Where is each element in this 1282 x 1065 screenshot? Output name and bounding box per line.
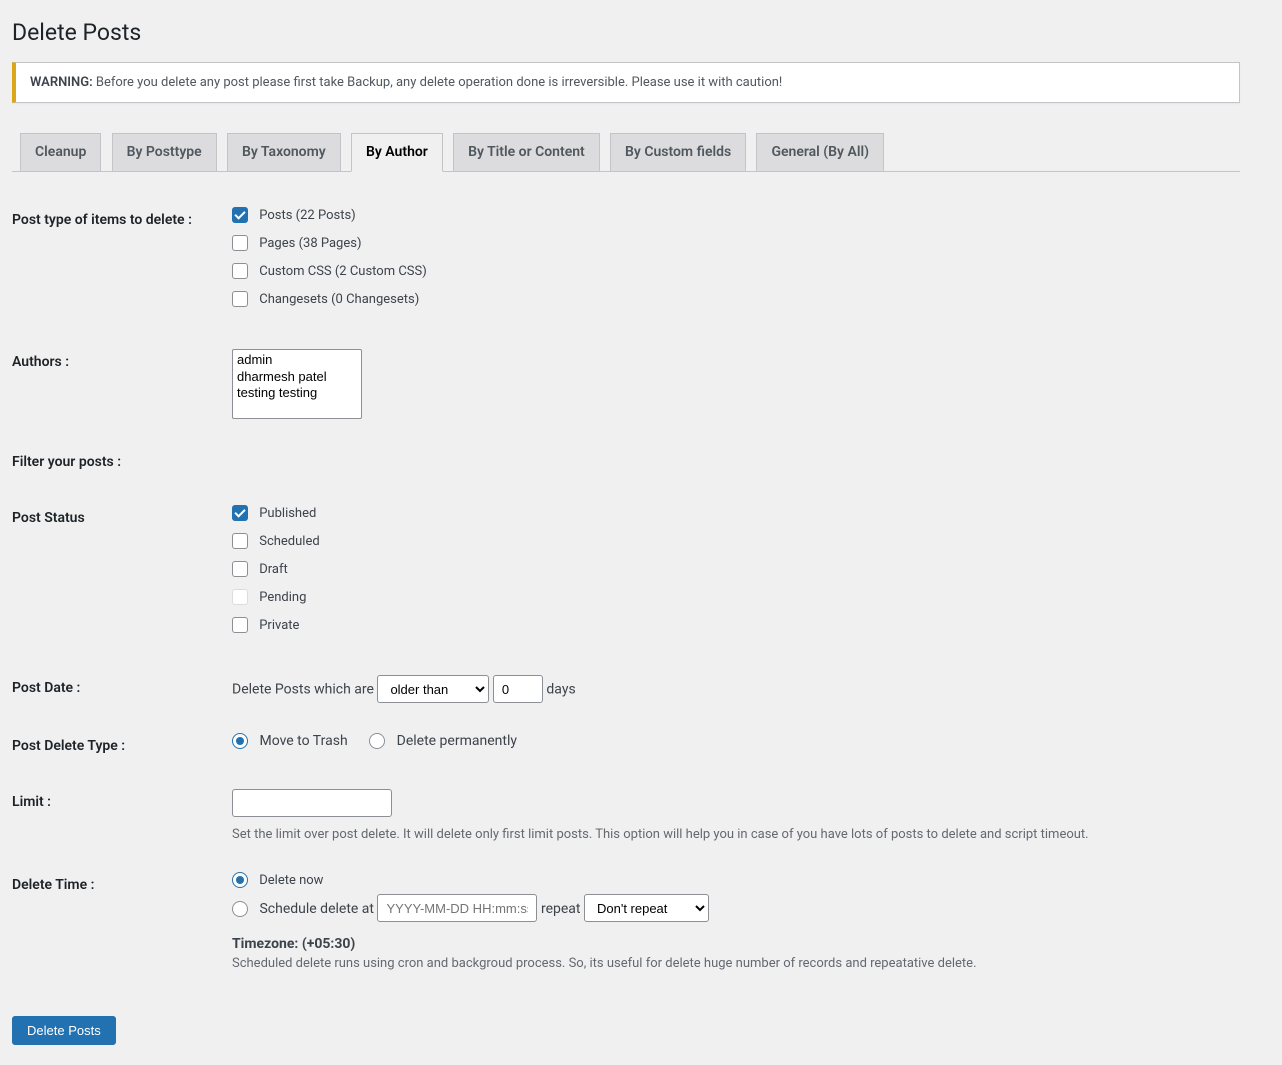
delete-now-row[interactable]: Delete now: [232, 872, 1230, 888]
posttype-changesets-label: Changesets (0 Changesets): [259, 292, 419, 307]
date-intro: Delete Posts which are: [232, 682, 374, 698]
posttype-row[interactable]: Custom CSS (2 Custom CSS): [232, 263, 1230, 279]
delete-type-trash-radio[interactable]: [232, 733, 248, 749]
posttype-changesets-checkbox[interactable]: [232, 291, 248, 307]
warning-notice: WARNING: Before you delete any post plea…: [12, 62, 1240, 103]
page-title: Delete Posts: [12, 10, 1240, 50]
schedule-label: Schedule delete at: [259, 901, 374, 917]
label-authors: Authors :: [12, 334, 222, 434]
delete-type-trash-row[interactable]: Move to Trash: [232, 733, 351, 749]
delete-type-perm-radio[interactable]: [369, 733, 385, 749]
posttype-customcss-checkbox[interactable]: [232, 263, 248, 279]
limit-desc: Set the limit over post delete. It will …: [232, 827, 1230, 842]
posttype-posts-checkbox[interactable]: [232, 207, 248, 223]
repeat-select[interactable]: Don't repeat: [584, 894, 709, 922]
authors-select[interactable]: admin dharmesh patel testing testing: [232, 349, 362, 419]
status-private-label: Private: [259, 618, 299, 633]
date-days-input[interactable]: [493, 675, 543, 703]
author-option[interactable]: testing testing: [235, 385, 359, 402]
schedule-datetime-input[interactable]: [377, 894, 537, 922]
delete-posts-button[interactable]: Delete Posts: [12, 1016, 116, 1045]
delete-type-perm-row[interactable]: Delete permanently: [369, 733, 517, 749]
label-delete-time: Delete Time :: [12, 857, 222, 986]
label-delete-type: Post Delete Type :: [12, 718, 222, 774]
delete-type-perm-label: Delete permanently: [397, 733, 517, 749]
label-post-type: Post type of items to delete :: [12, 192, 222, 334]
limit-input[interactable]: [232, 789, 392, 817]
tab-by-taxonomy[interactable]: By Taxonomy: [227, 133, 341, 172]
author-option[interactable]: dharmesh patel: [235, 369, 359, 386]
tab-cleanup[interactable]: Cleanup: [20, 133, 101, 172]
timezone-label: Timezone:: [232, 936, 298, 952]
author-option[interactable]: admin: [235, 352, 359, 369]
date-unit: days: [546, 682, 575, 698]
repeat-label: repeat: [541, 901, 581, 917]
warning-text: Before you delete any post please first …: [93, 75, 783, 90]
status-row[interactable]: Scheduled: [232, 533, 1230, 549]
tab-by-posttype[interactable]: By Posttype: [112, 133, 217, 172]
status-scheduled-checkbox[interactable]: [232, 533, 248, 549]
delete-now-label: Delete now: [259, 873, 323, 888]
status-pending-label: Pending: [259, 590, 306, 605]
label-filter: Filter your posts :: [12, 434, 222, 490]
status-draft-label: Draft: [259, 562, 288, 577]
tab-by-custom-fields[interactable]: By Custom fields: [610, 133, 746, 172]
posttype-pages-checkbox[interactable]: [232, 235, 248, 251]
posttype-row[interactable]: Changesets (0 Changesets): [232, 291, 1230, 307]
timezone-value: (+05:30): [298, 936, 355, 952]
tab-by-author[interactable]: By Author: [351, 133, 443, 172]
posttype-row[interactable]: Pages (38 Pages): [232, 235, 1230, 251]
label-post-status: Post Status: [12, 490, 222, 660]
posttype-pages-label: Pages (38 Pages): [259, 236, 361, 251]
status-row[interactable]: Draft: [232, 561, 1230, 577]
delete-type-trash-label: Move to Trash: [259, 733, 347, 749]
tab-bar: Cleanup By Posttype By Taxonomy By Autho…: [12, 133, 1240, 172]
status-pending-checkbox[interactable]: [232, 589, 248, 605]
label-post-date: Post Date :: [12, 660, 222, 718]
date-compare-select[interactable]: older than: [377, 675, 489, 703]
schedule-radio[interactable]: [232, 901, 248, 917]
posttype-posts-label: Posts (22 Posts): [259, 208, 355, 223]
warning-strong: WARNING:: [30, 75, 93, 90]
schedule-row[interactable]: Schedule delete at repeat Don't repeat: [232, 901, 709, 917]
tab-general[interactable]: General (By All): [756, 133, 884, 172]
posttype-customcss-label: Custom CSS (2 Custom CSS): [259, 264, 427, 279]
status-draft-checkbox[interactable]: [232, 561, 248, 577]
status-row[interactable]: Published: [232, 505, 1230, 521]
status-private-checkbox[interactable]: [232, 617, 248, 633]
status-row[interactable]: Private: [232, 617, 1230, 633]
status-published-label: Published: [259, 506, 316, 521]
delete-now-radio[interactable]: [232, 872, 248, 888]
status-scheduled-label: Scheduled: [259, 534, 319, 549]
status-published-checkbox[interactable]: [232, 505, 248, 521]
posttype-row[interactable]: Posts (22 Posts): [232, 207, 1230, 223]
tab-by-title-content[interactable]: By Title or Content: [453, 133, 600, 172]
status-row[interactable]: Pending: [232, 589, 1230, 605]
label-limit: Limit :: [12, 774, 222, 857]
schedule-desc: Scheduled delete runs using cron and bac…: [232, 956, 1230, 971]
